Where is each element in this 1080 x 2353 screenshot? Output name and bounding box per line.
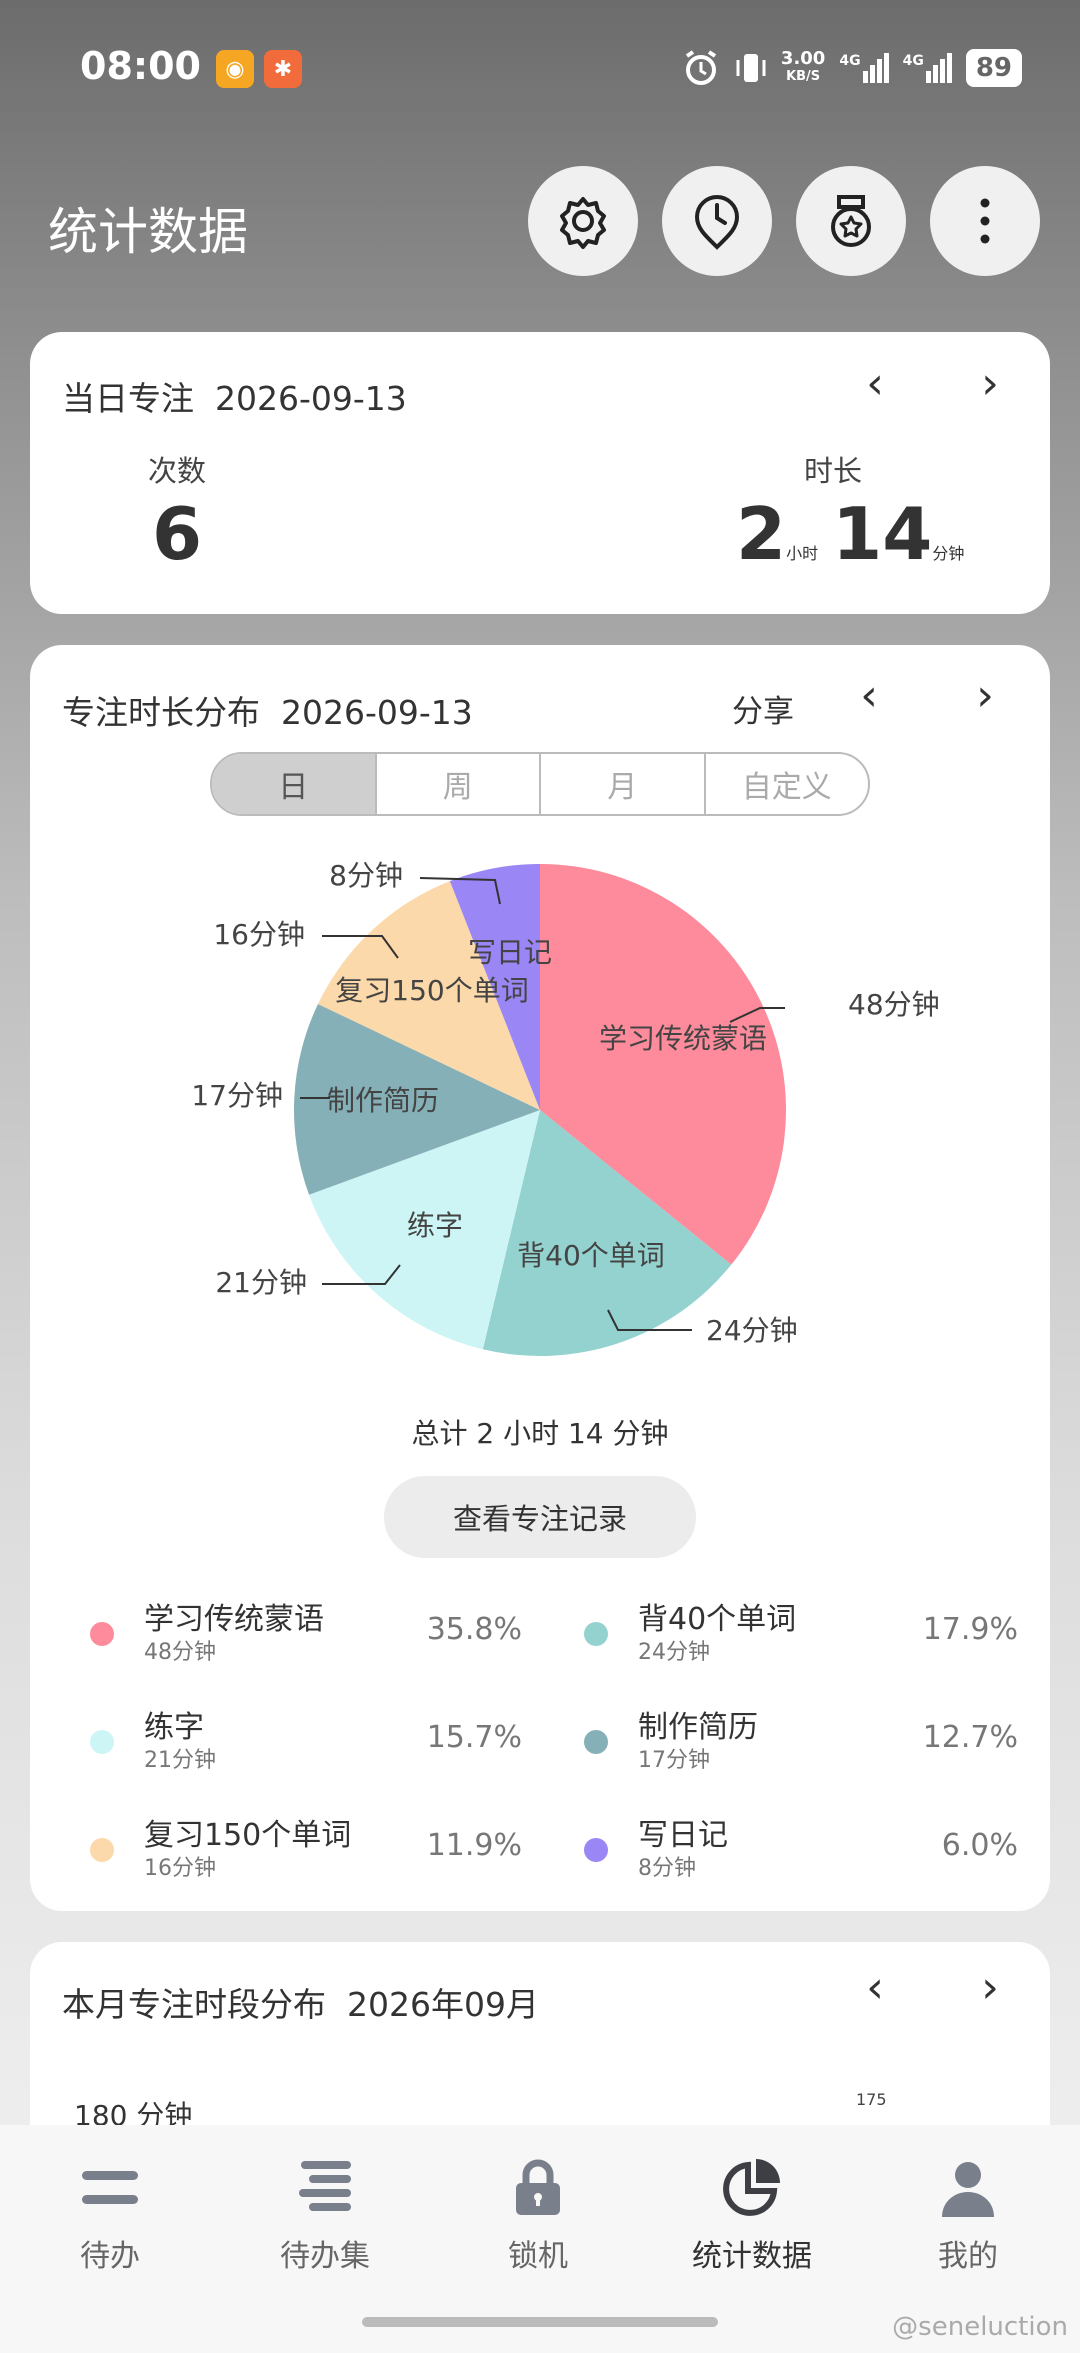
nav-todo-sets-label: 待办集 xyxy=(280,2239,370,2274)
legend-item-percent: 15.7% xyxy=(426,1720,522,1755)
legend-item-percent: 12.7% xyxy=(922,1720,1018,1755)
legend-item-name: 背40个单词 xyxy=(638,1602,797,1637)
legend-dot xyxy=(90,1730,114,1754)
legend-item-duration: 16分钟 xyxy=(144,1856,216,1881)
pie-value-label: 48分钟 xyxy=(848,988,940,1021)
pie-slice-label: 练字 xyxy=(407,1209,463,1242)
monthly-title: 本月专注时段分布 2026年09月 xyxy=(62,1985,539,2024)
legend-dot xyxy=(584,1838,608,1862)
legend-dot xyxy=(584,1730,608,1754)
pie-slice-label: 学习传统蒙语 xyxy=(599,1022,767,1055)
view-records-button[interactable]: 查看专注记录 xyxy=(384,1476,696,1558)
chevron-right-icon: › xyxy=(981,1962,999,2013)
legend-item-duration: 48分钟 xyxy=(144,1640,216,1665)
prev-month-button[interactable]: ‹ xyxy=(850,1962,900,2013)
pie-slice-label: 背40个单词 xyxy=(517,1239,665,1272)
pie-value-label: 16分钟 xyxy=(213,918,305,951)
total-duration: 总计 2 小时 14 分钟 xyxy=(411,1417,669,1450)
pie-slice-label: 复习150个单词 xyxy=(335,974,528,1007)
pie-slice-label: 写日记 xyxy=(468,936,552,969)
nav-lock-label: 锁机 xyxy=(508,2239,568,2274)
pie-slice-label: 制作简历 xyxy=(327,1084,439,1117)
nav-profile[interactable]: 我的 xyxy=(888,2155,1048,2275)
legend-item-duration: 8分钟 xyxy=(638,1856,696,1881)
pie-value-label: 17分钟 xyxy=(191,1079,283,1112)
peak-label: 175 xyxy=(856,2090,887,2109)
pie-chart-icon xyxy=(723,2159,780,2216)
nav-lock[interactable]: 锁机 xyxy=(458,2155,618,2275)
legend-item-percent: 35.8% xyxy=(426,1612,522,1647)
legend-dot xyxy=(90,1838,114,1862)
legend-dot xyxy=(90,1622,114,1646)
lock-icon xyxy=(516,2159,560,2215)
legend-item-name: 制作简历 xyxy=(638,1710,758,1745)
nav-todo-label: 待办 xyxy=(80,2239,140,2274)
legend-item-name: 复习150个单词 xyxy=(144,1818,352,1853)
nav-todo[interactable]: 待办 xyxy=(30,2155,190,2275)
list-icon xyxy=(82,2171,138,2204)
legend-item-name: 学习传统蒙语 xyxy=(144,1602,324,1637)
watermark: @seneluction xyxy=(892,2312,1068,2342)
nav-statistics-label: 统计数据 xyxy=(692,2239,812,2274)
person-icon xyxy=(942,2162,994,2217)
legend-item-name: 练字 xyxy=(144,1710,204,1745)
legend-item-duration: 24分钟 xyxy=(638,1640,710,1665)
pie-chart: 学习传统蒙语 48分钟背40个单词 24分钟 练字 21分钟 制作简历 17分钟 复习150个… xyxy=(191,859,940,1356)
legend-item-name: 写日记 xyxy=(638,1818,728,1853)
legend-dot xyxy=(584,1622,608,1646)
nav-profile-label: 我的 xyxy=(938,2239,998,2274)
legend-item-percent: 6.0% xyxy=(941,1828,1018,1863)
pie-value-label: 21分钟 xyxy=(215,1266,307,1299)
legend-item-duration: 17分钟 xyxy=(638,1748,710,1773)
next-month-button[interactable]: › xyxy=(965,1962,1015,2013)
chevron-left-icon: ‹ xyxy=(866,1962,884,2013)
pie-value-label: 8分钟 xyxy=(329,859,403,892)
pie-value-label: 24分钟 xyxy=(706,1314,798,1347)
nav-statistics[interactable]: 统计数据 xyxy=(672,2155,832,2275)
legend-item-duration: 21分钟 xyxy=(144,1748,216,1773)
legend-item-percent: 11.9% xyxy=(426,1828,522,1863)
legend-item-percent: 17.9% xyxy=(922,1612,1018,1647)
home-indicator xyxy=(362,2317,718,2327)
stacked-list-icon xyxy=(299,2161,351,2211)
nav-todo-sets[interactable]: 待办集 xyxy=(245,2155,405,2275)
